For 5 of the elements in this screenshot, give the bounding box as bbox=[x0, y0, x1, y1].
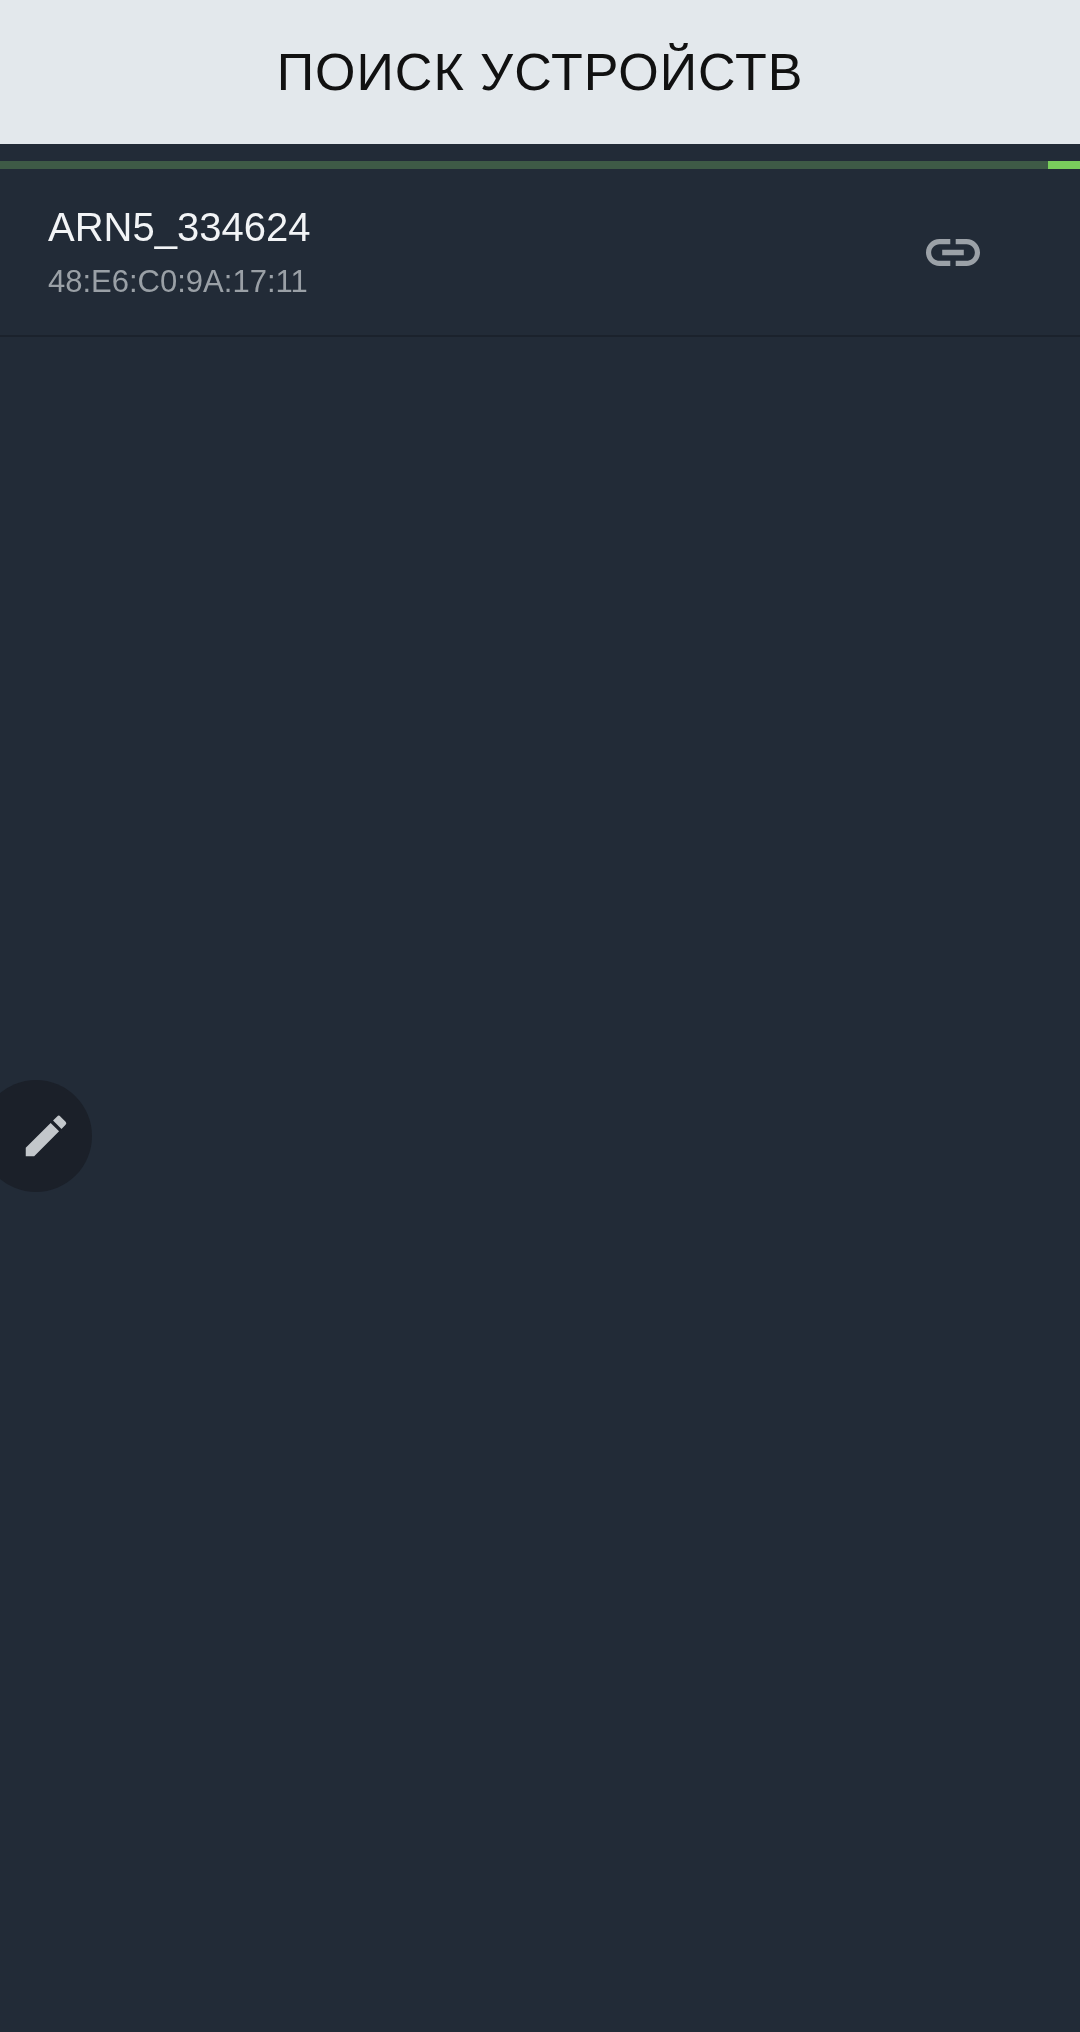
device-address: 48:E6:C0:9A:17:11 bbox=[48, 263, 309, 300]
screen-title: ПОИСК УСТРОЙСТВ bbox=[276, 42, 804, 102]
device-row[interactable]: ARN5_334624 48:E6:C0:9A:17:11 bbox=[0, 169, 1080, 337]
device-name: ARN5_334624 bbox=[48, 204, 311, 250]
link-icon[interactable] bbox=[926, 238, 980, 266]
